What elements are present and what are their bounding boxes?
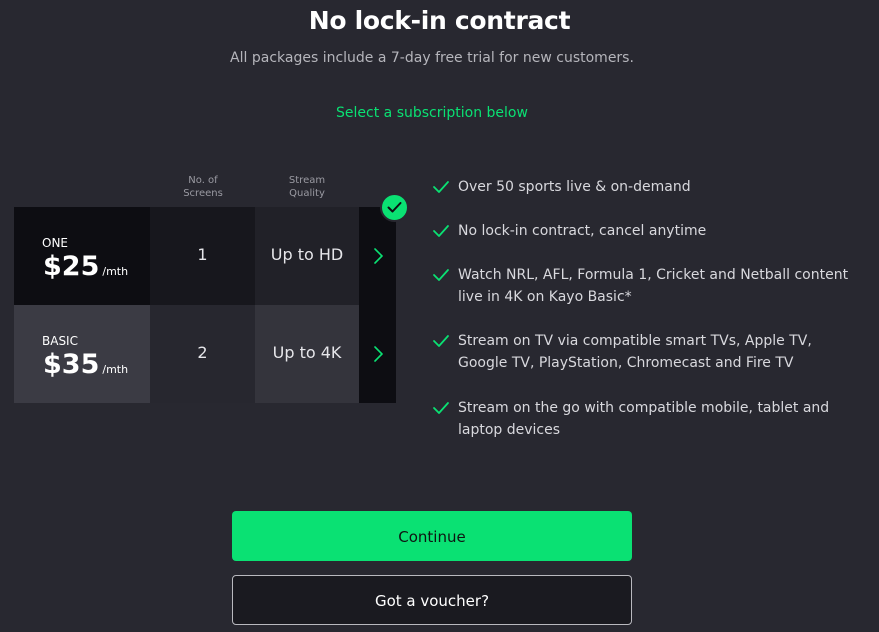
subscription-page: No lock-in contract All packages include…: [0, 0, 879, 632]
plan-name-cell: BASIC $35/mth: [14, 305, 150, 403]
checkmark-icon: [387, 202, 402, 213]
select-subscription-prompt: Select a subscription below: [336, 105, 528, 121]
plan-select-arrow[interactable]: [359, 305, 396, 403]
checkmark-icon: [433, 181, 449, 193]
plan-screens-cell: 2: [150, 305, 255, 403]
chevron-right-icon: [374, 346, 383, 362]
checkmark-icon: [433, 335, 449, 347]
selected-plan-check-icon: [380, 193, 409, 222]
chevron-right-icon: [374, 248, 383, 264]
plan-name-cell: ONE $25/mth: [14, 207, 150, 305]
feature-text: Watch NRL, AFL, Formula 1, Cricket and N…: [458, 267, 849, 305]
plan-quality-cell: Up to HD: [255, 207, 359, 305]
plan-period: /mth: [102, 363, 129, 376]
page-title: No lock-in contract: [308, 6, 571, 35]
plan-quality-value: Up to 4K: [272, 343, 342, 362]
column-header-screens: No. of Screens: [183, 175, 223, 199]
checkmark-icon: [433, 402, 449, 414]
feature-text: Over 50 sports live & on-demand: [458, 179, 691, 195]
voucher-button[interactable]: Got a voucher?: [232, 575, 632, 625]
plan-price: $35/mth: [43, 349, 129, 380]
plan-select-arrow[interactable]: [359, 207, 396, 305]
continue-button[interactable]: Continue: [232, 511, 632, 561]
plan-name: BASIC: [42, 334, 78, 348]
plan-period: /mth: [102, 265, 129, 278]
feature-text: No lock-in contract, cancel anytime: [458, 223, 707, 239]
plan-row-basic[interactable]: BASIC $35/mth 2 Up to 4K: [14, 305, 396, 403]
plan-quality-cell: Up to 4K: [255, 305, 359, 403]
plan-quality-value: Up to HD: [270, 245, 344, 264]
feature-text: Stream on the go with compatible mobile,…: [458, 400, 830, 438]
plan-name: ONE: [42, 236, 69, 250]
plan-screens-cell: 1: [150, 207, 255, 305]
column-header-stream-quality: Stream Quality: [288, 175, 326, 199]
feature-text: Stream on TV via compatible smart TVs, A…: [458, 333, 812, 371]
checkmark-icon: [433, 225, 449, 237]
plan-price: $25/mth: [43, 251, 129, 282]
plan-screens-value: 1: [197, 245, 208, 264]
plan-screens-value: 2: [197, 343, 208, 362]
checkmark-icon: [433, 269, 449, 281]
plan-row-one[interactable]: ONE $25/mth 1 Up to HD: [14, 207, 396, 305]
plan-table: ONE $25/mth 1 Up to HD BASIC $35/mth 2 U…: [14, 207, 396, 403]
page-subtitle: All packages include a 7-day free trial …: [230, 50, 634, 66]
